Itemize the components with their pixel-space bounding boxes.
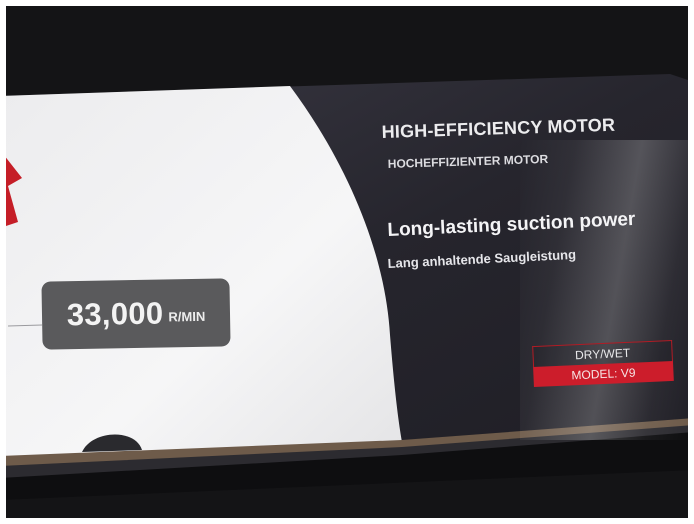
photo-frame: HIGH-EFFICIENCY MOTOR HOCHEFFIZIENTER MO…	[0, 0, 694, 524]
speed-value: 33,000	[66, 295, 164, 333]
model-label: DRY/WET MODEL: V9	[532, 339, 674, 388]
product-box	[0, 74, 694, 500]
speed-badge: 33,000 R/MIN	[41, 278, 231, 350]
speed-unit: R/MIN	[168, 308, 206, 324]
